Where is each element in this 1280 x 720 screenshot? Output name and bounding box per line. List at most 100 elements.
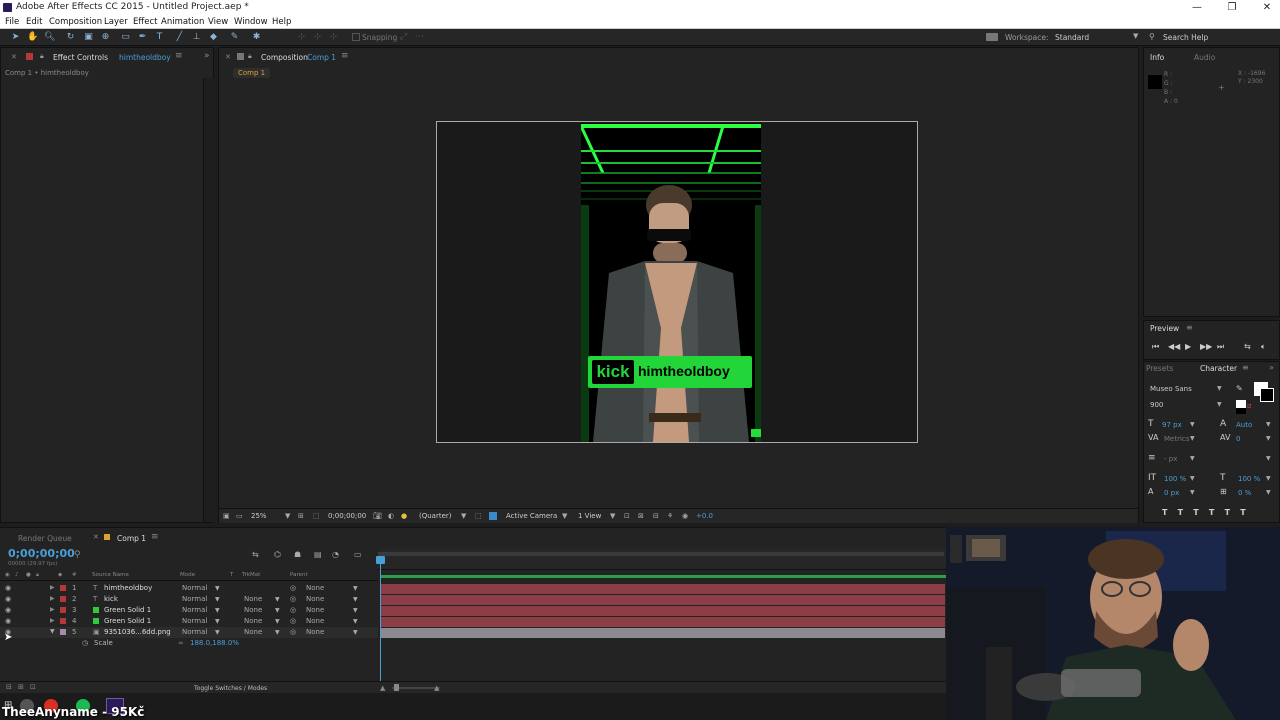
chevron-down-icon[interactable]: ▼ [1190,455,1195,462]
menu-file[interactable]: File [5,17,19,27]
layer-parent[interactable]: None [306,617,324,625]
close-button[interactable]: ✕ [1256,0,1278,15]
toggle-pixel-aspect-icon[interactable]: ⊡ [624,512,630,520]
tab-info[interactable]: Info [1150,53,1164,62]
chevron-down-icon[interactable]: ▼ [215,607,220,614]
collapse-arrow-icon[interactable]: ▼ [50,628,55,635]
layer-track-bar[interactable] [380,617,945,627]
workspace-dropdown[interactable]: Standard [1055,33,1089,42]
chevron-down-icon[interactable]: ▼ [1190,421,1195,428]
type-tool-icon[interactable]: T [154,32,165,43]
chevron-down-icon[interactable]: ▼ [353,629,358,636]
last-frame-icon[interactable]: ⏭ [1217,342,1224,352]
chevron-down-icon[interactable]: ▼ [1266,455,1271,462]
menu-animation[interactable]: Animation [161,17,204,27]
brush-tool-icon[interactable]: ╱ [174,32,185,43]
chevron-down-icon[interactable]: ▼ [1266,435,1271,442]
layer-name[interactable]: Green Solid 1 [104,606,151,614]
chevron-down-icon[interactable]: ▼ [353,585,358,592]
transfer-controls-icon[interactable]: ⊞ [18,683,24,691]
chevron-down-icon[interactable]: ▼ [1190,475,1195,482]
chevron-down-icon[interactable]: ▼ [1266,489,1271,496]
axis-local-icon[interactable]: ⊹ [296,32,307,43]
scrollbar[interactable] [203,78,214,522]
comp-mini-flowchart-icon[interactable]: ⇆ [252,550,259,559]
play-icon[interactable]: ▶ [1185,342,1191,351]
font-style-dropdown[interactable]: 900 [1150,401,1163,409]
close-tab-icon[interactable]: ✕ [225,53,231,61]
fast-previews-icon[interactable]: ⊠ [638,512,644,520]
chevron-down-icon[interactable]: ▼ [275,596,280,603]
no-color-icon[interactable]: ⧄ [1247,402,1251,411]
clone-stamp-tool-icon[interactable]: ⊥ [191,32,202,43]
chevron-down-icon[interactable]: ▼ [610,512,615,520]
font-size-value[interactable]: 97 px [1162,421,1182,429]
layer-track-bar[interactable] [380,595,945,605]
layer-row-selected[interactable]: ◉ ▼ 5 ▣ 9351036...6dd.png Normal ▼ None … [0,627,378,638]
col-mode[interactable]: Mode [180,572,195,578]
layer-color-swatch[interactable] [60,596,66,602]
stroke-width-value[interactable]: - px [1164,455,1177,463]
layer-mode[interactable]: Normal [182,628,207,636]
always-preview-icon[interactable]: ▣ [223,512,230,520]
hand-tool-icon[interactable]: ✋ [27,32,38,43]
exposure-value[interactable]: +0.0 [696,512,713,520]
snapshot-icon[interactable]: 📷︎ [373,512,382,520]
timeline-icon[interactable]: ⊟ [653,512,659,520]
search-icon[interactable]: ⚲ [74,550,81,560]
chevron-down-icon[interactable]: ▼ [275,618,280,625]
tsume-value[interactable]: 0 % [1238,489,1251,497]
expand-arrow-icon[interactable]: ▶ [50,617,55,624]
pickwhip-icon[interactable]: ◎ [290,617,296,625]
kerning-value[interactable]: Metrics [1164,435,1189,443]
chevron-down-icon[interactable]: ▼ [1190,489,1195,496]
minimize-button[interactable]: — [1186,0,1208,15]
layer-name[interactable]: himtheoldboy [104,584,152,592]
camera-tool-icon[interactable]: ▣ [83,32,94,43]
menu-window[interactable]: Window [234,17,268,27]
layer-switches-icon[interactable]: ⊟ [6,683,12,691]
layer-mode[interactable]: Normal [182,606,207,614]
chevron-down-icon[interactable]: ▼ [353,596,358,603]
menu-view[interactable]: View [208,17,228,27]
eye-icon[interactable]: ◉ [5,595,11,603]
video-frame[interactable]: kick himtheoldboy [581,123,761,442]
mask-visibility-icon[interactable]: ⬚ [313,512,320,520]
chevron-down-icon[interactable]: ▼ [275,629,280,636]
comp-subtab[interactable]: Comp 1 [233,68,271,78]
search-help-input[interactable]: Search Help [1163,33,1208,42]
chevron-down-icon[interactable]: ▼ [1217,401,1222,408]
layer-color-swatch[interactable] [60,629,66,635]
mute-icon[interactable]: 🔈︎ [1261,342,1266,352]
eraser-tool-icon[interactable]: ◆ [208,32,219,43]
chevron-down-icon[interactable]: ▼ [215,585,220,592]
col-t[interactable]: T [230,572,233,578]
eye-icon[interactable]: ◉ [5,617,11,625]
layer-parent[interactable]: None [306,628,324,636]
monitor-icon[interactable]: ▭ [236,512,243,520]
tab-render-queue[interactable]: Render Queue [18,534,72,543]
chevron-down-icon[interactable]: ▼ [1266,475,1271,482]
font-family-dropdown[interactable]: Museo Sans [1150,385,1192,393]
lock-icon[interactable]: 🔒︎ [248,52,252,61]
layer-mode[interactable]: Normal [182,595,207,603]
tracking-value[interactable]: 0 [1236,435,1240,443]
menu-edit[interactable]: Edit [26,17,42,27]
layer-parent[interactable]: None [306,606,324,614]
stopwatch-icon[interactable]: ◷ [82,639,88,647]
chevron-down-icon[interactable]: ▼ [562,512,567,520]
maximize-button[interactable]: ❐ [1221,0,1243,15]
close-tab-icon[interactable]: ✕ [93,533,99,541]
chevron-down-icon[interactable]: ▼ [1133,32,1138,40]
col-parent[interactable]: Parent [290,572,308,578]
chevron-down-icon[interactable]: ▼ [215,618,220,625]
layer-trkmat[interactable]: None [244,617,262,625]
layer-trkmat[interactable]: None [244,606,262,614]
tab-composition-name[interactable]: Comp 1 [307,53,336,62]
work-area-range[interactable] [380,575,946,578]
pickwhip-icon[interactable]: ◎ [290,628,296,636]
eyedropper-icon[interactable]: ✎ [1236,384,1243,393]
layer-row[interactable]: ◉ ▶ 2 T kick Normal ▼ None ▼ ◎ None ▼ [0,594,378,605]
chevron-down-icon[interactable]: ▼ [1266,421,1271,428]
viewer-timecode[interactable]: 0;00;00;00 [328,512,366,520]
